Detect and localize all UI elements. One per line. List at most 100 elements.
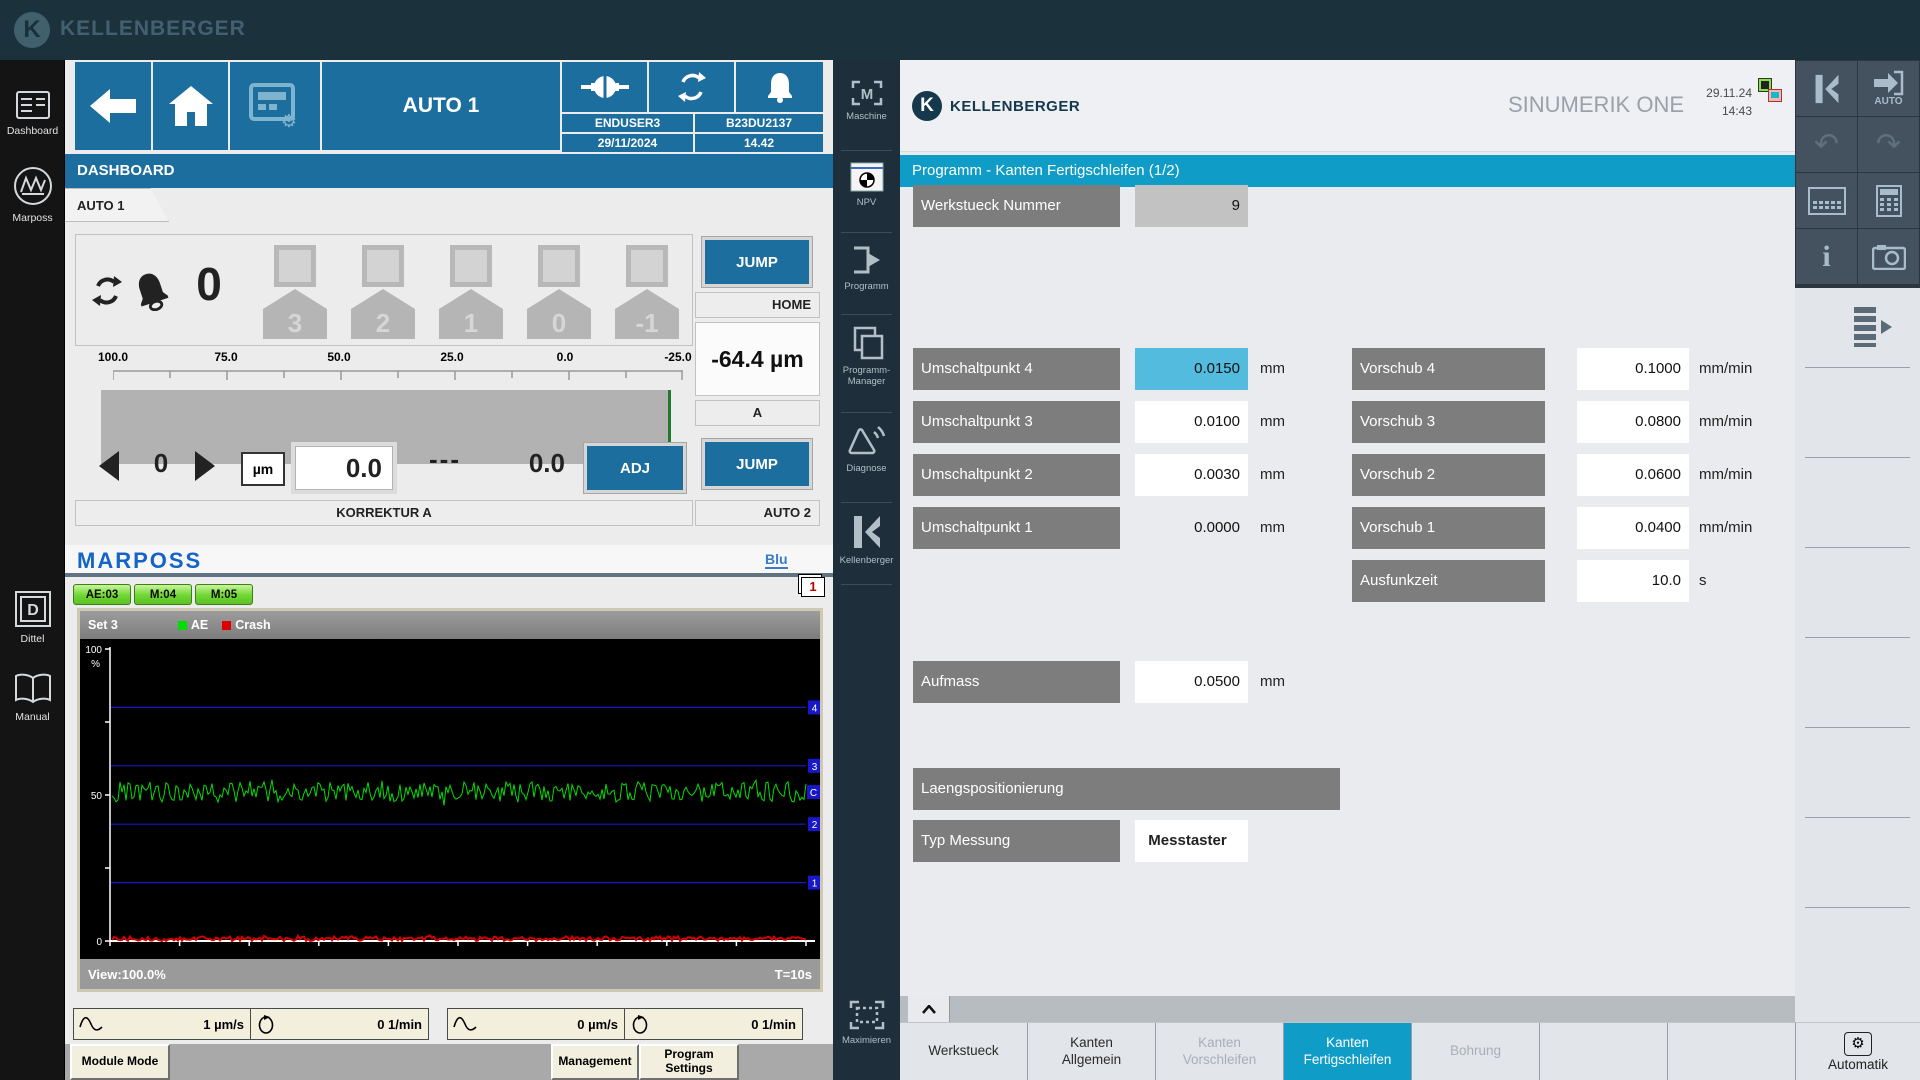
meter: 0 1/min: [251, 1008, 429, 1040]
program-settings-button-marposs[interactable]: Program Settings: [639, 1044, 739, 1080]
slot-number[interactable]: 3: [263, 289, 327, 339]
meter-value: 0 µm/s: [478, 1017, 624, 1032]
softkey-divider: [1805, 727, 1910, 728]
vorschub3-field[interactable]: 0.0800: [1577, 401, 1689, 443]
softkey-kanten-fertigschleifen[interactable]: Kanten Fertigschleifen: [1284, 1023, 1412, 1080]
meter-value: 0 1/min: [277, 1017, 428, 1032]
menu-expand-icon[interactable]: [1850, 305, 1896, 354]
toolbar-item-programm-manager[interactable]: Programm- Manager: [833, 326, 900, 388]
jump-home-button[interactable]: JUMP: [705, 240, 809, 284]
korrektur-decrement-arrow[interactable]: [99, 451, 119, 481]
toolbar-label: NPV: [833, 197, 900, 208]
collapse-bar: [900, 996, 1795, 1022]
program-settings-button[interactable]: ⚙: [230, 62, 320, 150]
slot-number[interactable]: 1: [439, 289, 503, 339]
marposs-tab-m04[interactable]: M:04: [134, 584, 192, 605]
field-unit: mm: [1260, 507, 1285, 549]
vorschub1-field[interactable]: 0.0400: [1577, 507, 1689, 549]
toolbar-item-maximieren[interactable]: Maximieren: [833, 1000, 900, 1046]
auto-mode-button[interactable]: AUTO: [1858, 61, 1919, 116]
keyboard-button[interactable]: [1796, 173, 1857, 228]
korrektur-value-field[interactable]: 0.0: [295, 446, 393, 490]
korrektur-increment-arrow[interactable]: [195, 451, 215, 481]
marposs-tab-m05[interactable]: M:05: [195, 584, 253, 605]
slot-square: [538, 245, 580, 287]
diagnose-icon: [848, 424, 886, 458]
rotation-icon: [255, 1013, 277, 1035]
wheel-status-button[interactable]: [562, 62, 647, 112]
page-badge[interactable]: 1: [798, 574, 828, 600]
slot-number[interactable]: 2: [351, 289, 415, 339]
redo-button[interactable]: ↷: [1858, 117, 1919, 172]
softkey-kanten-vorschleifen[interactable]: Kanten Vorschleifen: [1156, 1023, 1284, 1080]
umschaltpunkt2-field[interactable]: 0.0030: [1135, 454, 1248, 496]
management-button[interactable]: Management: [551, 1044, 639, 1080]
wheel-slots-box: 3 2 1 0 -1: [247, 234, 693, 346]
npv-icon: [850, 162, 884, 192]
vorschub4-field[interactable]: 0.1000: [1577, 348, 1689, 390]
grinding-wheel-icon: [581, 74, 629, 100]
sidebar-item-dittel[interactable]: D Dittel: [0, 590, 65, 645]
softkey-automatik[interactable]: ⚙ Automatik: [1795, 1022, 1920, 1080]
toolbar-item-diagnose[interactable]: Diagnose: [833, 424, 900, 474]
typ-messung-field[interactable]: Messtaster: [1135, 820, 1248, 862]
scale-tick-label: 25.0: [424, 350, 480, 364]
toolbar-label: Diagnose: [833, 463, 900, 474]
sidebar-item-manual[interactable]: Manual: [0, 672, 65, 723]
korrektur-unit-box[interactable]: µm: [241, 452, 285, 486]
meter: 0 µm/s: [447, 1008, 625, 1040]
umschaltpunkt4-field[interactable]: 0.0150: [1135, 348, 1248, 390]
adj-button[interactable]: ADJ: [587, 446, 683, 490]
scale-tick-label: -25.0: [650, 350, 706, 364]
toolbar-item-maschine[interactable]: M Maschine: [833, 80, 900, 122]
ausfunkzeit-field[interactable]: 10.0: [1577, 560, 1689, 602]
field-label: Werkstueck Nummer: [913, 185, 1120, 227]
alarm-status-button[interactable]: [736, 62, 823, 112]
field-unit: mm/min: [1699, 507, 1752, 549]
collapse-button[interactable]: [908, 996, 950, 1022]
softkey-empty-1[interactable]: [1540, 1023, 1668, 1080]
field-label: Umschaltpunkt 1: [913, 507, 1120, 549]
umschaltpunkt3-field[interactable]: 0.0100: [1135, 401, 1248, 443]
undo-button[interactable]: ↶: [1796, 117, 1857, 172]
legend-ae-swatch: [178, 621, 187, 630]
right-brand: KELLENBERGER: [950, 98, 1080, 115]
toolbar-item-npv[interactable]: NPV: [833, 162, 900, 208]
vorschub2-field[interactable]: 0.0600: [1577, 454, 1689, 496]
softkey-empty-2[interactable]: [1668, 1023, 1795, 1080]
jump-auto2-button[interactable]: JUMP: [705, 442, 809, 486]
sidebar-item-dashboard[interactable]: Dashboard: [0, 90, 65, 137]
calculator-button[interactable]: [1858, 173, 1919, 228]
chart-view-label: View:100.0%: [88, 967, 166, 982]
slot-number[interactable]: -1: [615, 289, 679, 339]
werkstueck-nummer-field[interactable]: 9: [1135, 185, 1248, 227]
back-button[interactable]: [75, 62, 151, 150]
chart-bottom-bar: View:100.0% T=10s: [80, 959, 820, 989]
umschaltpunkt1-field[interactable]: 0.0000: [1135, 507, 1248, 549]
dashboard-tab-auto1[interactable]: AUTO 1: [65, 188, 169, 222]
keyboard-icon: [1808, 187, 1846, 215]
home-button[interactable]: [153, 62, 228, 150]
screen-gear-icon: ⚙: [249, 83, 301, 129]
softkey-werkstueck[interactable]: Werkstueck: [900, 1023, 1028, 1080]
scale-tick-label: 0.0: [537, 350, 593, 364]
sidebar-item-marposs[interactable]: Marposs: [0, 165, 65, 224]
info-button[interactable]: i: [1796, 229, 1857, 284]
kellenberger-k-icon: [850, 514, 884, 550]
cycle-status-button[interactable]: [649, 62, 734, 112]
module-mode-button[interactable]: Module Mode: [70, 1044, 170, 1080]
kellenberger-menu-button[interactable]: [1796, 61, 1857, 116]
screenshot-button[interactable]: [1858, 229, 1919, 284]
toolbar-item-programm[interactable]: Programm: [833, 244, 900, 292]
slot-square: [274, 245, 316, 287]
mode-display[interactable]: AUTO 1: [322, 62, 560, 150]
slot-number[interactable]: 0: [527, 289, 591, 339]
svg-text:1: 1: [812, 879, 818, 890]
marposs-tab-ae03[interactable]: AE:03: [73, 584, 131, 605]
cycle-arrows-icon: [675, 70, 709, 104]
softkey-kanten-allgemein[interactable]: Kanten Allgemein: [1028, 1023, 1156, 1080]
softkey-bohrung[interactable]: Bohrung: [1412, 1023, 1540, 1080]
meter-group-1: 1 µm/s 0 1/min: [73, 1008, 429, 1040]
toolbar-item-kellenberger[interactable]: Kellenberger: [833, 514, 900, 566]
aufmass-field[interactable]: 0.0500: [1135, 661, 1248, 703]
